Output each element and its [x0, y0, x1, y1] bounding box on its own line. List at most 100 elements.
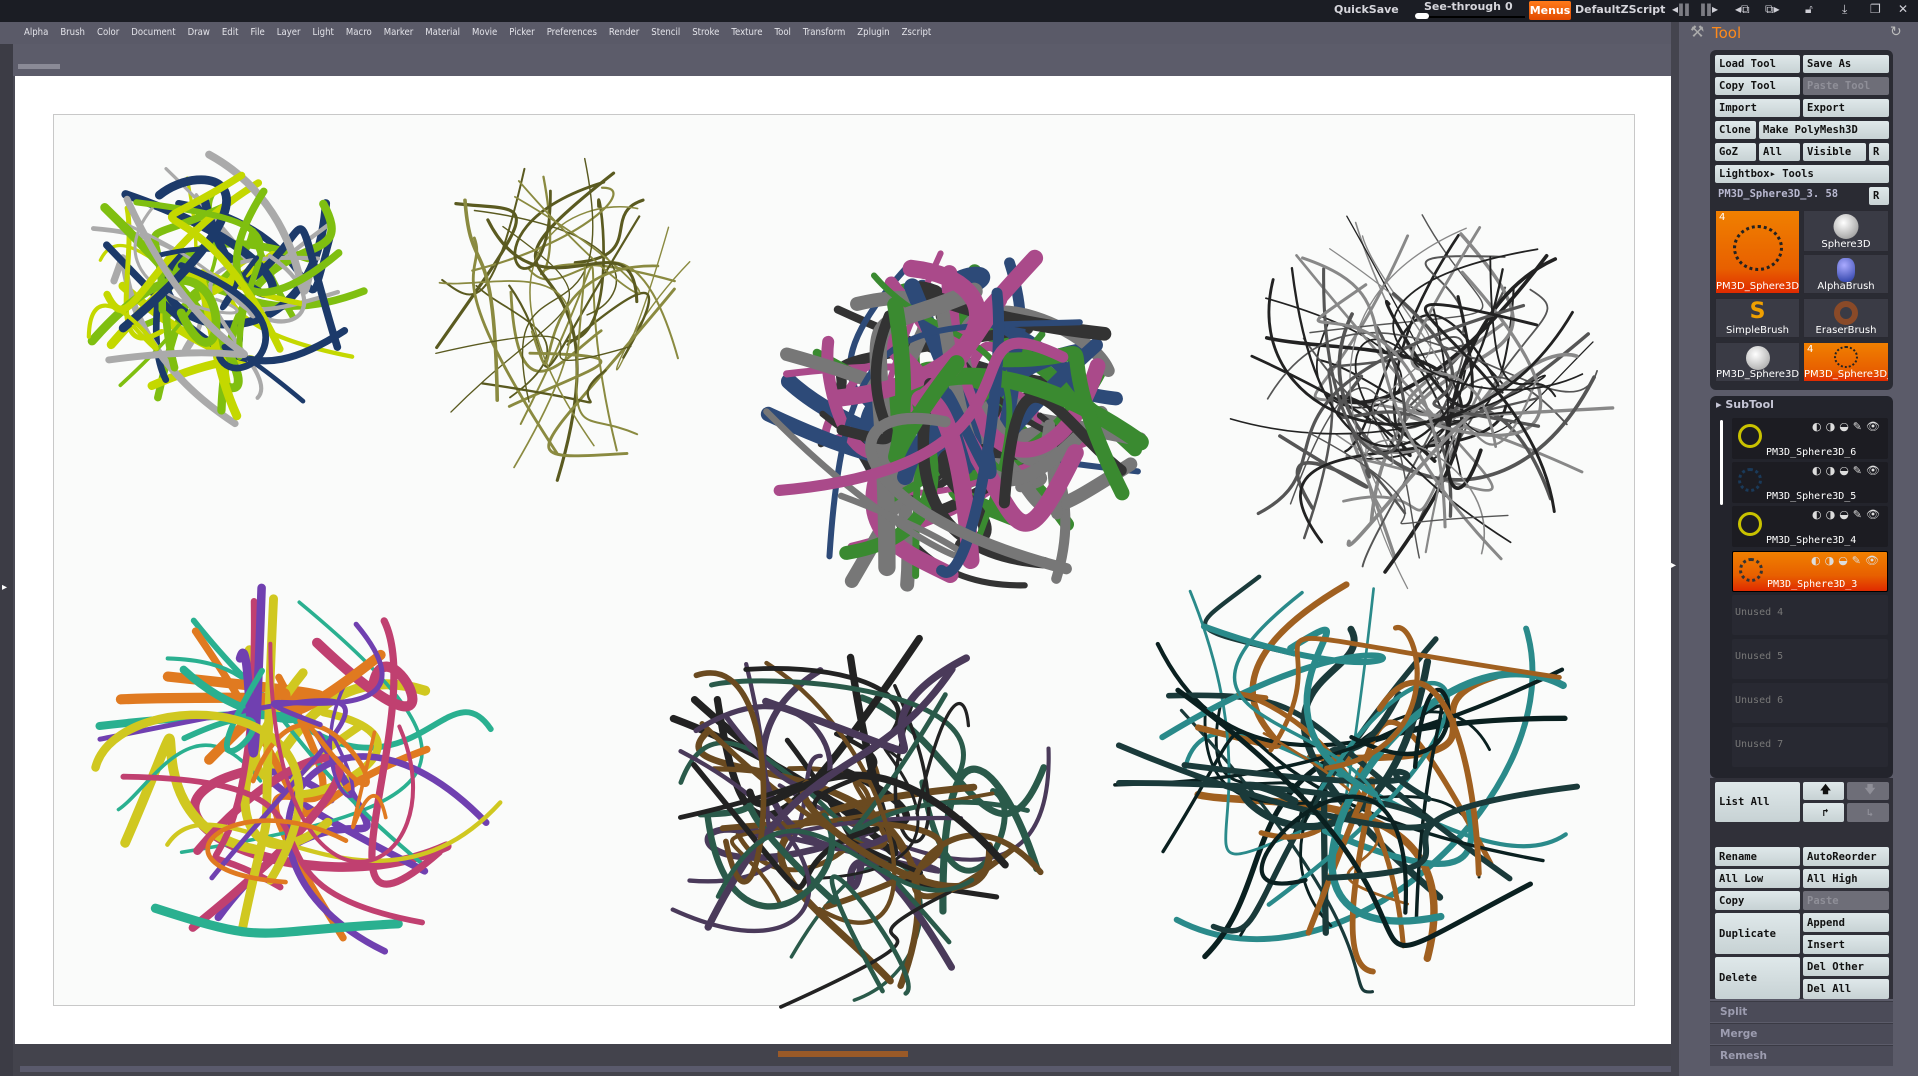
- copy-subtool-button[interactable]: Copy: [1715, 891, 1800, 910]
- subtool-item[interactable]: ◐◑◒✎👁︎ PM3D_Sphere3D_6: [1732, 418, 1888, 459]
- list-all-button[interactable]: List All: [1715, 782, 1800, 822]
- goz-visible-button[interactable]: Visible: [1803, 143, 1866, 161]
- menu-picker[interactable]: Picker: [503, 22, 540, 44]
- next-layout-icon[interactable]: ⧉▸: [1765, 2, 1780, 17]
- menu-color[interactable]: Color: [91, 22, 125, 44]
- menu-render[interactable]: Render: [603, 22, 645, 44]
- tool-thumb-simplebrush[interactable]: S SimpleBrush: [1715, 298, 1800, 338]
- goz-all-button[interactable]: All: [1759, 143, 1800, 161]
- bottom-tray-handle[interactable]: [778, 1051, 908, 1057]
- delete-button[interactable]: Delete: [1715, 957, 1800, 999]
- split-section[interactable]: Split: [1710, 1001, 1893, 1022]
- goz-r-button[interactable]: R: [1869, 143, 1889, 161]
- tool-thumb-sphere3d[interactable]: Sphere3D: [1803, 210, 1889, 252]
- unused-slot[interactable]: Unused 6: [1732, 683, 1888, 723]
- unused-slot[interactable]: Unused 4: [1732, 595, 1888, 635]
- paste-tool-button[interactable]: Paste Tool: [1803, 77, 1889, 95]
- subtool-controls-eye-icon[interactable]: ◐◑◒✎👁︎: [1812, 420, 1884, 433]
- tool-thumb-pm3d-sphere3d-3[interactable]: 4 PM3D_Sphere3D_3: [1715, 210, 1800, 294]
- menus-toggle[interactable]: Menus: [1529, 1, 1571, 20]
- lightbox-tools-button[interactable]: Lightbox▸ Tools: [1715, 165, 1889, 183]
- minimize-icon[interactable]: ⤓: [1842, 2, 1847, 17]
- copy-tool-button[interactable]: Copy Tool: [1715, 77, 1800, 95]
- menu-movie[interactable]: Movie: [466, 22, 503, 44]
- lock-icon[interactable]: 🔓︎: [1805, 2, 1813, 17]
- move-next-arrow-icon[interactable]: ↳: [1847, 803, 1889, 822]
- prev-layout-icon[interactable]: ◂⧉: [1735, 2, 1750, 17]
- subtool-item[interactable]: ◐◑◒✎👁︎ PM3D_Sphere3D_5: [1732, 462, 1888, 503]
- menu-zplugin[interactable]: Zplugin: [851, 22, 895, 44]
- tool-thumb-alphabrush[interactable]: AlphaBrush: [1803, 254, 1889, 294]
- autoreorder-button[interactable]: AutoReorder: [1803, 847, 1889, 866]
- unused-slot[interactable]: Unused 7: [1732, 727, 1888, 767]
- quicksave-button[interactable]: QuickSave: [1334, 3, 1399, 16]
- menu-preferences[interactable]: Preferences: [541, 22, 603, 44]
- merge-section[interactable]: Merge: [1710, 1023, 1893, 1044]
- document-canvas[interactable]: [15, 76, 1671, 1044]
- rainbow-ribbon-sculpture: [91, 583, 503, 955]
- subtool-header[interactable]: ▸ SubTool: [1716, 398, 1774, 411]
- export-button[interactable]: Export: [1803, 99, 1889, 117]
- default-zscript-button[interactable]: DefaultZScript: [1575, 3, 1665, 16]
- expand-tray-icon[interactable]: ‖‖▸: [1700, 2, 1718, 16]
- menu-brush[interactable]: Brush: [54, 22, 91, 44]
- move-up-arrow-icon[interactable]: 🡅: [1803, 782, 1844, 800]
- menu-stroke[interactable]: Stroke: [686, 22, 725, 44]
- expand-left-icon[interactable]: ▸: [2, 582, 7, 593]
- menu-transform[interactable]: Transform: [797, 22, 851, 44]
- paste-subtool-button[interactable]: Paste: [1803, 891, 1889, 910]
- menu-macro[interactable]: Macro: [340, 22, 378, 44]
- current-tool-name[interactable]: PM3D_Sphere3D_3. 58: [1718, 188, 1838, 200]
- menu-alpha[interactable]: Alpha: [18, 22, 54, 44]
- close-icon[interactable]: ✕: [1898, 2, 1908, 16]
- all-high-button[interactable]: All High: [1803, 869, 1889, 888]
- tool-thumb-eraserbrush[interactable]: EraserBrush: [1803, 298, 1889, 338]
- shrink-tray-icon[interactable]: ◂‖‖: [1672, 2, 1690, 16]
- del-all-button[interactable]: Del All: [1803, 979, 1889, 999]
- menu-file[interactable]: File: [244, 22, 270, 44]
- remesh-section[interactable]: Remesh: [1710, 1045, 1893, 1066]
- subtool-controls-eye-icon[interactable]: ◐◑◒✎👁︎: [1811, 554, 1883, 567]
- menu-edit[interactable]: Edit: [216, 22, 245, 44]
- menu-document[interactable]: Document: [125, 22, 181, 44]
- tool-palette-title[interactable]: Tool: [1712, 24, 1741, 42]
- menu-stencil[interactable]: Stencil: [645, 22, 686, 44]
- append-button[interactable]: Append: [1803, 913, 1889, 932]
- unused-slot[interactable]: Unused 5: [1732, 639, 1888, 679]
- tool-thumb-pm3d-sphere3d-1[interactable]: PM3D_Sphere3D_1: [1715, 342, 1800, 382]
- subtool-controls-eye-icon[interactable]: ◐◑◒✎👁︎: [1812, 508, 1884, 521]
- subtool-scrollbar[interactable]: [1720, 420, 1723, 505]
- subtool-item[interactable]: ◐◑◒✎👁︎ PM3D_Sphere3D_4: [1732, 506, 1888, 547]
- menu-zscript[interactable]: Zscript: [896, 22, 938, 44]
- all-low-button[interactable]: All Low: [1715, 869, 1800, 888]
- move-down-arrow-icon[interactable]: 🡇: [1847, 782, 1889, 800]
- menu-draw[interactable]: Draw: [182, 22, 216, 44]
- menu-material[interactable]: Material: [419, 22, 466, 44]
- duplicate-button[interactable]: Duplicate: [1715, 913, 1800, 954]
- subtool-item-selected[interactable]: ◐◑◒✎👁︎ PM3D_Sphere3D_3: [1732, 551, 1888, 592]
- menu-tool[interactable]: Tool: [768, 22, 796, 44]
- make-polymesh3d-button[interactable]: Make PolyMesh3D: [1759, 121, 1889, 139]
- bottom-scrollbar[interactable]: [20, 1066, 1680, 1072]
- tool-thumb-pm3d-sphere3d-3-alt[interactable]: 4 PM3D_Sphere3D_3: [1803, 342, 1889, 382]
- save-as-button[interactable]: Save As: [1803, 55, 1889, 73]
- tool-r-button[interactable]: R: [1869, 187, 1889, 205]
- import-button[interactable]: Import: [1715, 99, 1800, 117]
- menu-marker[interactable]: Marker: [378, 22, 420, 44]
- see-through-slider[interactable]: [1415, 13, 1525, 19]
- menu-layer[interactable]: Layer: [271, 22, 307, 44]
- move-prev-arrow-icon[interactable]: ↱: [1803, 803, 1844, 822]
- reset-icon[interactable]: ↻: [1890, 24, 1902, 40]
- rename-button[interactable]: Rename: [1715, 847, 1800, 866]
- restore-icon[interactable]: ❐: [1870, 2, 1881, 16]
- menu-texture[interactable]: Texture: [725, 22, 768, 44]
- menu-light[interactable]: Light: [307, 22, 340, 44]
- shelf-grip[interactable]: [18, 64, 60, 69]
- del-other-button[interactable]: Del Other: [1803, 957, 1889, 976]
- clone-button[interactable]: Clone: [1715, 121, 1756, 139]
- collapse-right-icon[interactable]: ▸: [1671, 560, 1676, 571]
- subtool-controls-eye-icon[interactable]: ◐◑◒✎👁︎: [1812, 464, 1884, 477]
- load-tool-button[interactable]: Load Tool: [1715, 55, 1800, 73]
- insert-button[interactable]: Insert: [1803, 935, 1889, 954]
- goz-button[interactable]: GoZ: [1715, 143, 1756, 161]
